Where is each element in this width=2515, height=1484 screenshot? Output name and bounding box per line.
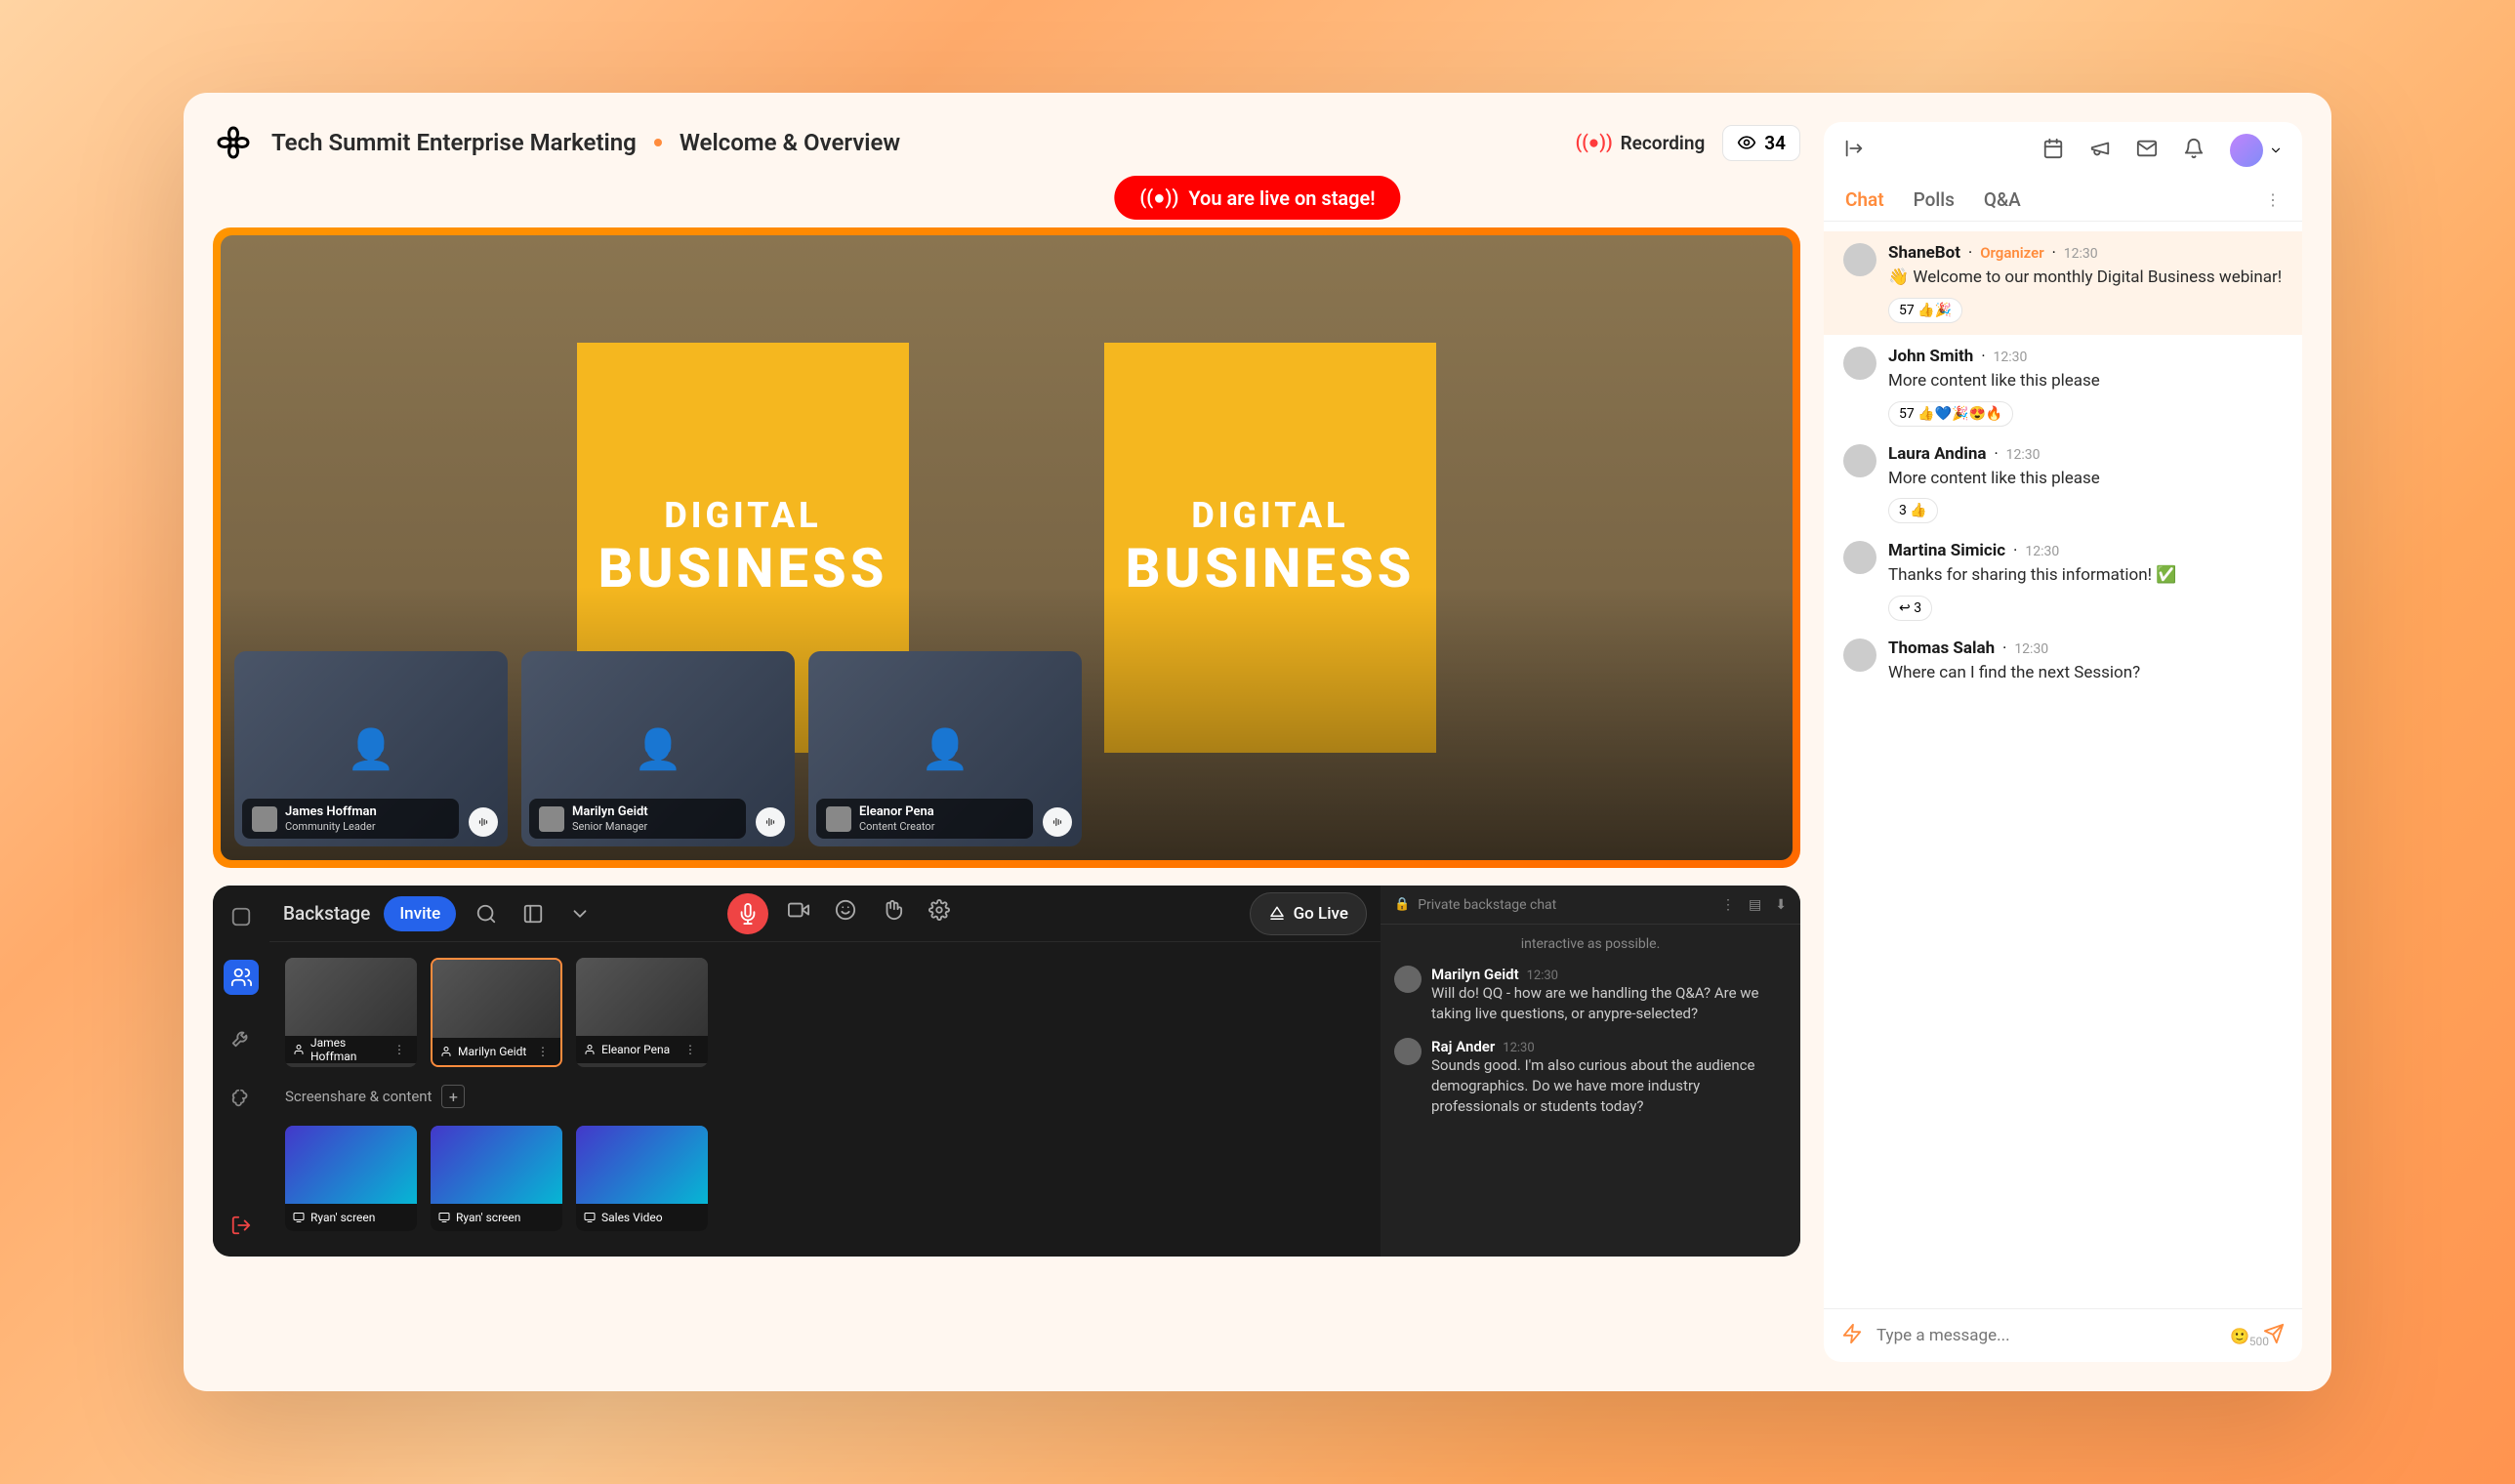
main-stage-video[interactable]: DIGITALBUSINESS DIGITALBUSINESS 👤 James … xyxy=(221,235,1793,860)
backstage-label: Backstage xyxy=(283,902,370,925)
expand-icon[interactable] xyxy=(1843,138,1865,163)
private-chat-label: Private backstage chat xyxy=(1418,897,1556,913)
char-count: 500 xyxy=(2249,1335,2269,1348)
session-title: Welcome & Overview xyxy=(680,129,900,156)
backstage-panel: Backstage Invite Go Live xyxy=(213,886,1800,1257)
chevron-down-icon[interactable] xyxy=(563,897,597,930)
mic-button[interactable] xyxy=(727,893,768,934)
participant-thumb[interactable]: Eleanor Pena⋮ xyxy=(576,958,708,1067)
download-icon[interactable]: ⬇ xyxy=(1775,897,1787,913)
content-thumb[interactable]: Ryan' screen xyxy=(285,1126,417,1231)
calendar-icon[interactable] xyxy=(2042,138,2064,163)
mail-icon[interactable] xyxy=(2136,138,2158,163)
avatar xyxy=(1394,966,1422,993)
avatar xyxy=(1394,1038,1422,1065)
emoji-icon[interactable] xyxy=(829,893,862,927)
header: Tech Summit Enterprise Marketing Welcome… xyxy=(213,122,1800,163)
sidebar-panel: Chat Polls Q&A ⋮ ShaneBot·Organizer·12:3… xyxy=(1824,122,2302,1362)
chat-message: John Smith·12:30 More content like this … xyxy=(1843,347,2283,427)
chat-message: ShaneBot·Organizer·12:30 👋 Welcome to ou… xyxy=(1824,231,2302,335)
separator-dot xyxy=(654,139,662,146)
audio-indicator-icon xyxy=(756,807,785,837)
chat-message: Martina Simicic·12:30 Thanks for sharing… xyxy=(1843,541,2283,621)
backstage-private-chat: 🔒 Private backstage chat ⋮ ▤ ⬇ interacti… xyxy=(1381,886,1800,1257)
live-status-banner: ((●)) You are live on stage! xyxy=(1114,176,1400,220)
broadcast-icon: ((●)) xyxy=(1139,186,1178,210)
exit-icon[interactable] xyxy=(224,1208,259,1243)
speaker-tile[interactable]: 👤 Marilyn GeidtSenior Manager xyxy=(521,651,795,846)
layout-icon[interactable] xyxy=(516,897,550,930)
brain-icon[interactable] xyxy=(224,1081,259,1116)
add-content-button[interactable]: + xyxy=(441,1085,465,1108)
recording-indicator: ((●)) Recording xyxy=(1576,131,1706,154)
content-thumb[interactable]: Sales Video xyxy=(576,1126,708,1231)
more-icon[interactable]: ⋮ xyxy=(390,1043,409,1056)
message-input[interactable] xyxy=(1876,1326,2216,1345)
reaction-pill[interactable]: 57 👍💙🎉😍🔥 xyxy=(1888,401,2013,427)
go-live-button[interactable]: Go Live xyxy=(1250,892,1367,935)
speaker-tile[interactable]: 👤 Eleanor PenaContent Creator xyxy=(808,651,1082,846)
wrench-icon[interactable] xyxy=(224,1020,259,1055)
avatar xyxy=(1843,243,1876,276)
more-icon[interactable]: ⋮ xyxy=(533,1045,553,1058)
lock-icon: 🔒 xyxy=(1394,897,1410,912)
screenshare-label: Screenshare & content xyxy=(285,1088,432,1105)
speaker-tile[interactable]: 👤 James HoffmanCommunity Leader xyxy=(234,651,508,846)
emoji-picker-icon[interactable]: 🙂 xyxy=(2230,1327,2249,1345)
camera-icon[interactable] xyxy=(782,893,815,927)
bolt-icon[interactable] xyxy=(1841,1323,1863,1348)
chat-message: Thomas Salah·12:30 Where can I find the … xyxy=(1843,639,2283,685)
broadcast-icon: ((●)) xyxy=(1576,131,1613,154)
layers-icon[interactable]: ▤ xyxy=(1749,897,1761,913)
sidebar-tabs: Chat Polls Q&A ⋮ xyxy=(1824,179,2302,222)
event-title: Tech Summit Enterprise Marketing xyxy=(271,129,637,156)
avatar xyxy=(1843,444,1876,477)
megaphone-icon[interactable] xyxy=(2089,138,2111,163)
backstage-toolbar: Backstage Invite Go Live xyxy=(269,886,1381,942)
avatar xyxy=(1843,347,1876,380)
content-thumb[interactable]: Ryan' screen xyxy=(431,1126,562,1231)
bell-icon[interactable] xyxy=(2183,138,2205,163)
tab-more-icon[interactable]: ⋮ xyxy=(2265,190,2281,209)
people-icon[interactable] xyxy=(224,960,259,995)
avatar xyxy=(1843,541,1876,574)
more-icon[interactable]: ⋮ xyxy=(680,1043,700,1056)
viewer-count-pill[interactable]: 34 xyxy=(1722,125,1800,161)
tab-qna[interactable]: Q&A xyxy=(1984,188,2021,211)
participant-thumb[interactable]: Marilyn Geidt⋮ xyxy=(431,958,562,1067)
participant-thumb[interactable]: James Hoffman⋮ xyxy=(285,958,417,1067)
backstage-message: Marilyn Geidt12:30Will do! QQ - how are … xyxy=(1394,966,1787,1024)
audio-indicator-icon xyxy=(469,807,498,837)
main-stage-frame: DIGITALBUSINESS DIGITALBUSINESS 👤 James … xyxy=(213,227,1800,868)
compose-bar: 🙂 500 xyxy=(1824,1308,2302,1362)
backstage-message: Raj Ander12:30Sounds good. I'm also curi… xyxy=(1394,1038,1787,1117)
tab-polls[interactable]: Polls xyxy=(1914,188,1955,211)
reaction-pill[interactable]: ↩ 3 xyxy=(1888,596,1932,621)
avatar xyxy=(2230,134,2263,167)
search-icon[interactable] xyxy=(470,897,503,930)
backstage-nav-rail xyxy=(213,886,269,1257)
hand-icon[interactable] xyxy=(876,893,909,927)
invite-button[interactable]: Invite xyxy=(384,896,456,931)
chat-message: Laura Andina·12:30 More content like thi… xyxy=(1843,444,2283,524)
avatar xyxy=(1843,639,1876,672)
app-icon[interactable] xyxy=(224,899,259,934)
reaction-pill[interactable]: 57 👍🎉 xyxy=(1888,298,1962,323)
settings-icon[interactable] xyxy=(923,893,956,927)
app-logo[interactable] xyxy=(213,122,254,163)
user-menu[interactable] xyxy=(2230,134,2283,167)
tab-chat[interactable]: Chat xyxy=(1845,188,1884,211)
reaction-pill[interactable]: 3 👍 xyxy=(1888,498,1938,523)
audio-indicator-icon xyxy=(1043,807,1072,837)
more-icon[interactable]: ⋮ xyxy=(1721,897,1735,913)
